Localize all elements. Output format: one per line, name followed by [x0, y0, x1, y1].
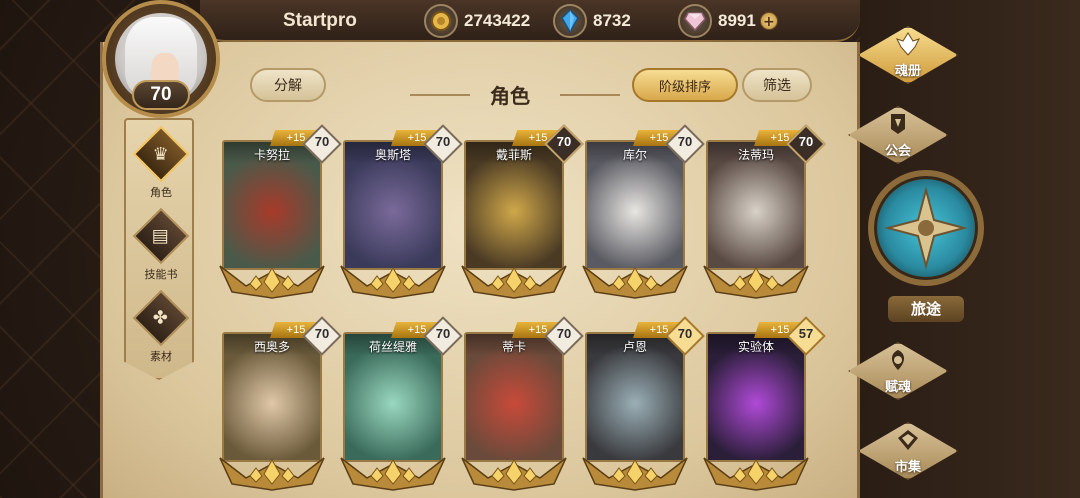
character-level: 70 [435, 134, 451, 149]
character-portrait: 蒂卡 [464, 332, 564, 462]
character-card[interactable]: 法蒂玛 +15 70 [703, 124, 826, 306]
right-nav-label: 赋魂 [884, 380, 911, 395]
character-name: 卢恩 [622, 340, 647, 354]
rank-crest-icon [461, 457, 567, 491]
rank-crest-icon [582, 265, 688, 299]
character-name: 法蒂玛 [737, 148, 774, 162]
player-level-badge: 70 [132, 80, 190, 110]
character-card[interactable]: 荷丝缇雅 +15 70 [340, 316, 463, 498]
character-level: 70 [556, 326, 572, 341]
sort-by-rank-button[interactable]: 阶级排序 [632, 68, 738, 102]
gold-value: 2743422 [464, 11, 531, 30]
crystal-resource: 8732 [553, 4, 631, 38]
gem-resource: 8991 + [678, 4, 778, 38]
journey-compass-icon [868, 170, 984, 286]
character-card[interactable]: 西奥多 +15 70 [219, 316, 342, 498]
character-helm-icon: ♛ [132, 125, 190, 183]
character-level: 70 [798, 134, 814, 149]
rank-crest-icon [340, 265, 446, 299]
character-name: 库尔 [622, 148, 647, 162]
character-portrait: 卢恩 [585, 332, 685, 462]
character-card[interactable]: 戴菲斯 +15 70 [461, 124, 584, 306]
guild-banner-icon [884, 110, 912, 138]
character-level: 70 [314, 134, 330, 149]
rank-crest-icon [219, 457, 325, 491]
character-level: 70 [556, 134, 572, 149]
journey-label: 旅途 [888, 296, 964, 322]
material-beast-icon: ✤ [132, 289, 190, 347]
rank-crest-icon [703, 265, 809, 299]
left-nav-label: 素材 [150, 350, 172, 363]
character-card[interactable]: 卢恩 +15 70 [582, 316, 705, 498]
character-card[interactable]: 库尔 +15 70 [582, 124, 705, 306]
rank-crest-icon [461, 265, 567, 299]
filter-button[interactable]: 筛选 [742, 68, 812, 102]
right-nav-soul-infuse[interactable]: 赋魂 [842, 340, 954, 402]
add-gem-button[interactable]: + [759, 12, 778, 30]
right-nav-guild[interactable]: 公会 [842, 104, 954, 166]
pink-gem-icon [678, 4, 712, 38]
decompose-button[interactable]: 分解 [250, 68, 326, 102]
character-level: 70 [677, 134, 693, 149]
character-card[interactable]: 实验体 +15 57 [703, 316, 826, 498]
right-nav-label: 魂册 [894, 64, 921, 79]
rank-crest-icon [703, 457, 809, 491]
left-nav-item-skillbook[interactable]: ▤ 技能书 [126, 206, 194, 284]
rank-crest-icon [582, 457, 688, 491]
right-nav-label: 公会 [884, 144, 911, 159]
title-ornament-right [560, 94, 620, 96]
left-nav-label: 技能书 [144, 268, 178, 281]
character-card[interactable]: 蒂卡 +15 70 [461, 316, 584, 498]
character-portrait: 实验体 [706, 332, 806, 462]
character-portrait: 戴菲斯 [464, 140, 564, 270]
left-nav-item-material[interactable]: ✤ 素材 [126, 288, 194, 366]
gold-coin-icon [424, 4, 458, 38]
character-name: 戴菲斯 [495, 148, 532, 162]
left-nav-item-character[interactable]: ♛ 角色 [126, 124, 194, 202]
right-nav-label: 市集 [894, 460, 921, 475]
character-name: 荷丝缇雅 [368, 340, 417, 354]
gem-value: 8991 [718, 11, 756, 30]
character-level: 70 [314, 326, 330, 341]
page-title: 角色 [490, 84, 530, 108]
character-name: 蒂卡 [501, 340, 526, 354]
character-level: 70 [435, 326, 451, 341]
skill-book-icon: ▤ [132, 207, 190, 265]
soul-infuse-icon [884, 346, 912, 374]
gold-resource: 2743422 [424, 4, 530, 38]
right-nav-market[interactable]: 市集 [852, 420, 964, 482]
blue-crystal-icon [553, 4, 587, 38]
character-portrait: 荷丝缇雅 [343, 332, 443, 462]
right-nav-journey[interactable]: 旅途 [864, 170, 986, 322]
character-level: 70 [677, 326, 693, 341]
character-portrait: 奥斯塔 [343, 140, 443, 270]
character-card[interactable]: 卡努拉 +15 70 [219, 124, 342, 306]
crystal-value: 8732 [593, 11, 631, 30]
character-name: 实验体 [737, 340, 774, 354]
character-name: 卡努拉 [253, 148, 290, 162]
market-gem-icon [894, 426, 922, 454]
right-nav-soul-book[interactable]: 魂册 [852, 24, 964, 86]
rank-crest-icon [340, 457, 446, 491]
character-portrait: 法蒂玛 [706, 140, 806, 270]
left-nav-label: 角色 [150, 186, 172, 199]
character-level: 57 [798, 326, 814, 341]
character-portrait: 库尔 [585, 140, 685, 270]
left-nav-panel: ♛ 角色 ▤ 技能书 ✤ 素材 [124, 118, 194, 380]
character-name: 奥斯塔 [374, 148, 411, 162]
character-portrait: 卡努拉 [222, 140, 322, 270]
character-name: 西奥多 [253, 340, 290, 354]
character-card[interactable]: 奥斯塔 +15 70 [340, 124, 463, 306]
soul-book-icon [894, 30, 922, 58]
character-portrait: 西奥多 [222, 332, 322, 462]
player-name: Startpro [283, 10, 357, 31]
rank-crest-icon [219, 265, 325, 299]
